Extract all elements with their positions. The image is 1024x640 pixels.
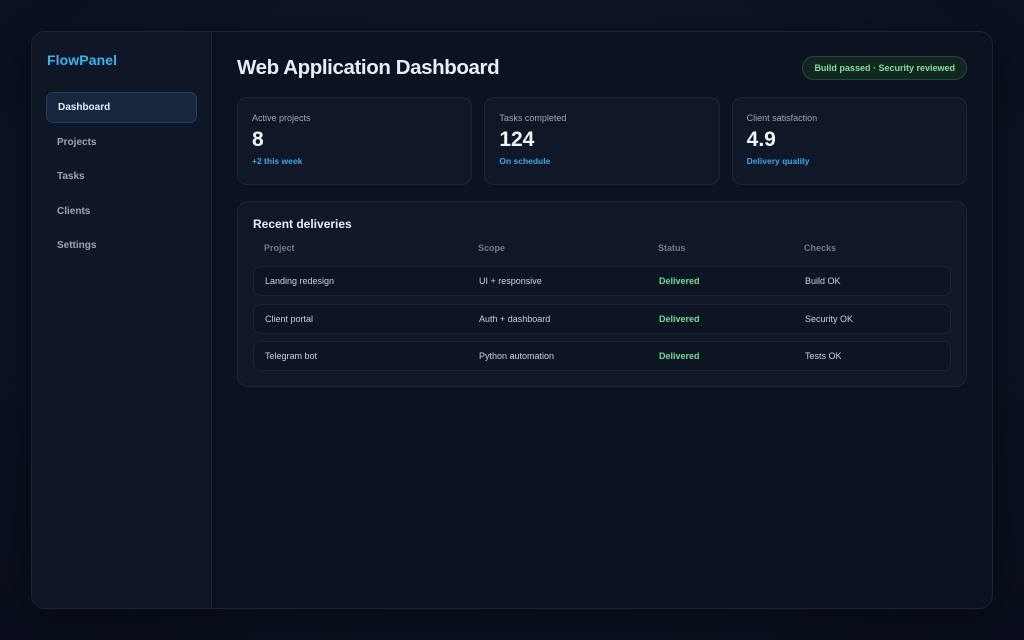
cell-checks: Build OK <box>805 276 841 286</box>
column-header-status: Status <box>658 243 686 253</box>
stat-card-active-projects: Active projects 8 +2 this week <box>237 97 473 185</box>
stat-note: +2 this week <box>252 156 303 166</box>
table-row[interactable]: Telegram bot Python automation Delivered… <box>253 341 951 371</box>
stat-label: Tasks completed <box>499 113 567 123</box>
cell-scope: UI + responsive <box>479 276 542 286</box>
sidebar-item-settings[interactable]: Settings <box>46 230 197 261</box>
cell-project: Landing redesign <box>265 276 335 286</box>
cell-status: Delivered <box>659 276 700 286</box>
table-row[interactable]: Client portal Auth + dashboard Delivered… <box>253 303 951 334</box>
sidebar-item-dashboard[interactable]: Dashboard <box>46 92 197 123</box>
panel-title: Recent deliveries <box>253 217 352 231</box>
stat-value: 4.9 <box>746 128 776 151</box>
sidebar-item-clients[interactable]: Clients <box>46 196 197 227</box>
page-header: Web Application Dashboard Build passed ·… <box>237 54 967 82</box>
cell-scope: Auth + dashboard <box>479 313 551 324</box>
recent-deliveries-panel: Recent deliveries Project Scope Status C… <box>237 201 967 387</box>
sidebar-item-projects[interactable]: Projects <box>46 127 197 158</box>
sidebar-nav: Dashboard Projects Tasks Clients Setting… <box>46 92 197 261</box>
stat-label: Client satisfaction <box>746 113 818 123</box>
stat-label: Active projects <box>252 113 311 123</box>
cell-checks: Tests OK <box>805 351 842 361</box>
stat-value: 124 <box>499 128 535 151</box>
brand-logo[interactable]: FlowPanel <box>47 52 197 68</box>
stat-note: On schedule <box>499 156 551 166</box>
stats-row: Active projects 8 +2 this week Tasks com… <box>237 97 967 185</box>
cell-scope: Python automation <box>479 351 555 361</box>
stat-value: 8 <box>252 128 264 151</box>
status-badge: Build passed · Security reviewed <box>802 56 967 80</box>
cell-status: Delivered <box>659 351 700 361</box>
table-header: Project Scope Status Checks <box>253 240 951 256</box>
column-header-project: Project <box>264 243 295 253</box>
sidebar-item-tasks[interactable]: Tasks <box>46 161 197 192</box>
stat-card-tasks-completed: Tasks completed 124 On schedule <box>484 97 720 185</box>
cell-checks: Security OK <box>805 313 854 324</box>
app-window: FlowPanel Dashboard Projects Tasks Clien… <box>31 31 993 609</box>
column-header-checks: Checks <box>804 243 837 253</box>
stat-note: Delivery quality <box>746 156 810 166</box>
stat-card-client-satisfaction: Client satisfaction 4.9 Delivery quality <box>731 97 967 185</box>
cell-status: Delivered <box>659 313 700 324</box>
page-title: Web Application Dashboard <box>237 56 500 79</box>
cell-project: Telegram bot <box>265 351 318 361</box>
table-row[interactable]: Landing redesign UI + responsive Deliver… <box>253 266 951 296</box>
main-content: Web Application Dashboard Build passed ·… <box>212 32 992 608</box>
sidebar: FlowPanel Dashboard Projects Tasks Clien… <box>32 32 212 608</box>
column-header-scope: Scope <box>478 243 506 253</box>
cell-project: Client portal <box>265 313 314 324</box>
